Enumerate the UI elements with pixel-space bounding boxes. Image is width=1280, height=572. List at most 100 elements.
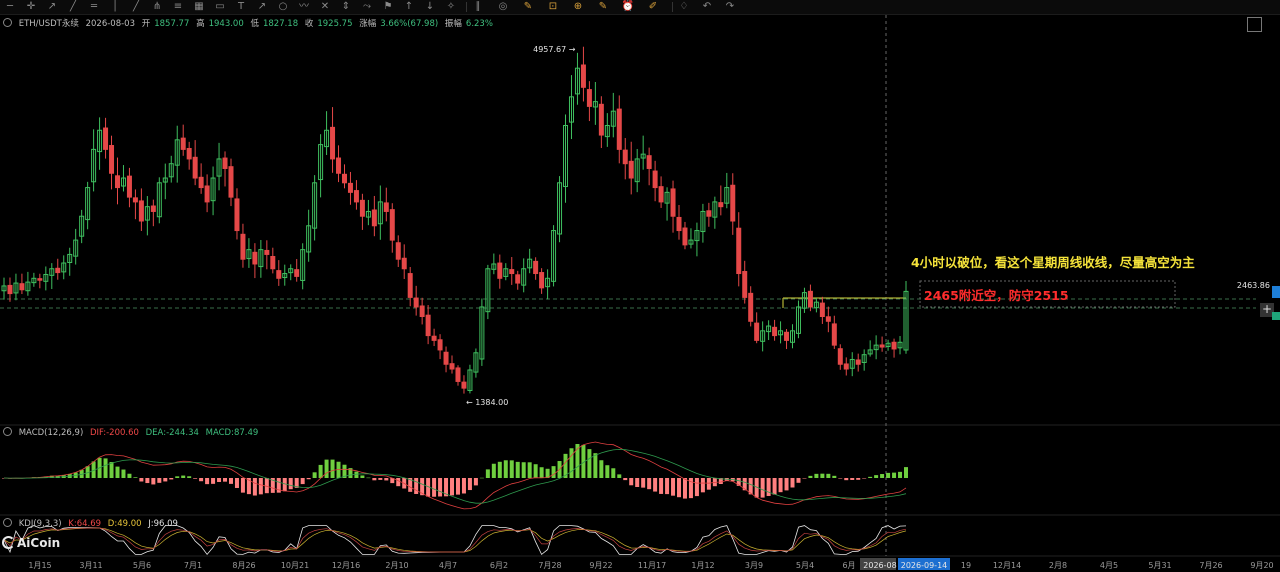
macd-bar [175, 476, 180, 478]
macd-bar [103, 458, 108, 478]
candle [861, 349, 867, 371]
x-tick-label: 7月26 [1199, 561, 1222, 570]
symbol-label: ETH/USDT永续 [18, 19, 79, 29]
macd-bar [587, 449, 592, 478]
candle [467, 364, 473, 394]
candle [658, 176, 664, 208]
candle [359, 193, 365, 230]
candle [437, 334, 443, 360]
alert-bell-icon[interactable] [3, 427, 12, 436]
candle [306, 209, 312, 262]
candle [718, 185, 724, 216]
candle [288, 264, 294, 281]
candle [849, 352, 855, 377]
candle-body [276, 270, 282, 279]
candle-body [449, 363, 455, 370]
macd-bar [677, 478, 682, 498]
candle [91, 129, 97, 192]
candle [138, 188, 144, 231]
macd-bar [856, 478, 861, 480]
x-tick-label: 2026-08 [863, 561, 896, 570]
price-chart[interactable]: 4957.67 → ← 1384.00 2463.86 1月15 3月11 5月6 7月1 8… [0, 0, 1280, 572]
macd-bar [234, 478, 239, 488]
candle [568, 75, 574, 140]
macd-dif-line [3, 441, 907, 510]
close-label: 收 [304, 19, 314, 29]
candle-body [347, 182, 353, 193]
candle [216, 142, 222, 191]
macd-bar [181, 475, 186, 478]
candle [515, 270, 521, 290]
candle-body [383, 202, 389, 212]
macd-bar [163, 478, 168, 482]
candle [120, 165, 126, 192]
candle [55, 258, 61, 280]
candle [694, 222, 700, 257]
candle-body [103, 127, 109, 150]
macd-bar [127, 473, 132, 478]
candle-body [443, 351, 449, 365]
macd-bar [330, 459, 335, 478]
alert-bell-icon[interactable] [3, 518, 12, 527]
candle-body [126, 175, 132, 198]
macd-bar [605, 465, 610, 478]
candle-body [228, 166, 234, 198]
settings-circle-icon[interactable] [3, 18, 12, 27]
candle-body [676, 216, 682, 232]
macd-bar [784, 478, 789, 491]
x-tick-label: 7月1 [184, 561, 202, 570]
candle-body [670, 188, 676, 217]
x-tick-label: 8月26 [232, 561, 255, 570]
macd-bar [485, 469, 490, 478]
candle [222, 151, 228, 187]
candle [790, 324, 796, 349]
macd-bar [515, 461, 520, 478]
candle-body [515, 274, 521, 284]
candle-body [192, 156, 198, 179]
candle [312, 175, 318, 241]
macd-bar [551, 466, 556, 478]
candle [873, 335, 879, 360]
macd-bar [509, 460, 514, 478]
candle-body [652, 170, 658, 189]
candle-body [706, 210, 712, 217]
macd-bar [766, 478, 771, 496]
candle-body [509, 269, 515, 275]
macd-name: MACD(12,26,9) [18, 428, 84, 438]
candle [563, 114, 569, 203]
candle [19, 273, 25, 295]
candle [485, 264, 491, 320]
annotation-entry[interactable]: 2465附近空，防守2515 [924, 285, 1069, 304]
macd-bar [671, 478, 676, 496]
macd-bar [635, 478, 640, 487]
candle [347, 171, 353, 205]
macd-bar [324, 459, 329, 478]
candle-body [419, 305, 425, 317]
candle [885, 339, 891, 351]
x-tick-label: 3月11 [79, 561, 102, 570]
candle [748, 286, 754, 327]
macd-bar [306, 478, 311, 480]
candle-body [891, 341, 897, 350]
candle [270, 247, 276, 274]
candle [407, 266, 413, 307]
x-tick-label: 1月15 [28, 561, 51, 570]
macd-bar [288, 478, 293, 490]
candle [795, 300, 801, 339]
candle-body [186, 147, 192, 160]
macd-bar [862, 478, 867, 479]
candle [282, 264, 288, 286]
candle [7, 277, 13, 302]
candle-body [646, 155, 652, 169]
change-value: 3.66%(67.98) [380, 19, 439, 29]
fullscreen-icon[interactable] [1247, 17, 1262, 32]
candle [843, 357, 849, 376]
macd-bar [497, 461, 502, 478]
candle-body [736, 227, 742, 275]
candle [813, 298, 819, 313]
macd-header: MACD(12,26,9) DIF:-200.60 DEA:-244.34 MA… [3, 427, 262, 438]
candle [622, 138, 628, 180]
candle-body [437, 339, 443, 351]
close-value: 1925.75 [317, 19, 353, 29]
annotation-strategy[interactable]: 4小时以破位，看这个星期周线收线，尽量高空为主 [911, 252, 1195, 271]
